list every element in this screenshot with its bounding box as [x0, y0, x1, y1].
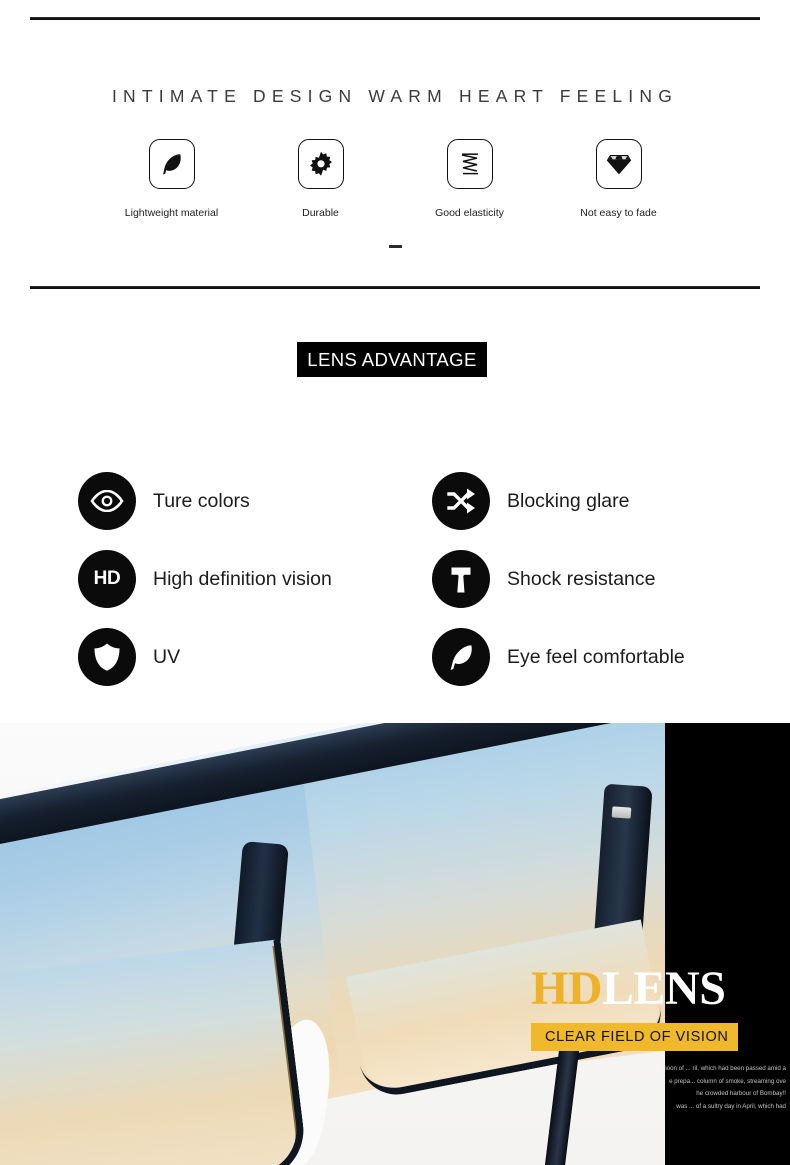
- advantage-label: Eye feel comfortable: [507, 645, 685, 668]
- brand-lockup: HDLENS CLEAR FIELD OF VISION: [531, 965, 763, 1051]
- advantage-item-blocking-glare: Blocking glare: [432, 462, 786, 540]
- advantage-item-true-colors: Ture colors: [78, 462, 432, 540]
- lens-bottom-frame-edge: [0, 939, 310, 1165]
- page-title: INTIMATE DESIGN WARM HEART FEELING: [111, 86, 679, 106]
- body-line: he crowded harbour of Bombay!!: [696, 1090, 786, 1098]
- advantage-label: Shock resistance: [507, 567, 656, 590]
- feature-strip: Lightweight material Durable Good elasti…: [0, 139, 790, 220]
- eye-icon: [78, 472, 136, 530]
- advantage-item-hd-vision: HD High definition vision: [78, 540, 432, 618]
- brand-title: HDLENS: [531, 965, 763, 1013]
- brand-body-copy: noon of ... ril, which had been passed a…: [531, 1063, 790, 1114]
- lens-advantage-banner: LENS ADVANTAGE: [297, 342, 487, 377]
- brand-tagline: CLEAR FIELD OF VISION: [531, 1023, 739, 1051]
- divider-bottom: [30, 286, 760, 289]
- feature-label: Durable: [302, 207, 339, 219]
- zigzag-spring-icon: [446, 139, 493, 189]
- body-line: noon of ... ril, which had been passed a…: [663, 1065, 786, 1072]
- frame-hinge-rivet: [611, 806, 632, 819]
- advantage-label: Ture colors: [153, 489, 250, 512]
- advantage-item-eye-comfort: Eye feel comfortable: [432, 618, 786, 696]
- hd-badge-text: HD: [93, 568, 121, 589]
- advantage-item-shock-resistance: Shock resistance: [432, 540, 786, 618]
- divider-top: [30, 17, 760, 20]
- advantage-label: High definition vision: [153, 567, 332, 590]
- feature-label: Not easy to fade: [580, 207, 657, 219]
- hd-badge-icon: HD: [78, 550, 136, 608]
- advantage-label: UV: [153, 645, 181, 668]
- product-detail-page: INTIMATE DESIGN WARM HEART FEELING Light…: [0, 0, 790, 1165]
- feature-item-durable: Durable: [268, 139, 373, 220]
- feature-label: Lightweight material: [124, 207, 219, 219]
- advantage-label: Blocking glare: [507, 489, 630, 512]
- advantage-item-uv: UV: [78, 618, 432, 696]
- hammer-icon: [432, 550, 490, 608]
- feature-item-fade: Not easy to fade: [566, 139, 671, 220]
- body-line: was ... of a sultry day in April, which …: [676, 1103, 786, 1111]
- feature-label: Good elasticity: [435, 207, 504, 219]
- shield-icon: [78, 628, 136, 686]
- diamond-icon: [595, 139, 642, 189]
- feather-icon: [148, 139, 195, 189]
- shuffle-icon: [432, 472, 490, 530]
- brand-lens-text: LENS: [602, 962, 726, 1015]
- lens-advantage-grid: Ture colors Blocking glare HD High defin…: [0, 462, 790, 696]
- gear-icon: [297, 139, 344, 189]
- feature-item-elasticity: Good elasticity: [417, 139, 522, 220]
- body-line: e prepa... column of smoke, streaming ov…: [669, 1077, 786, 1085]
- feather-icon: [432, 628, 490, 686]
- brand-hd-text: HD: [531, 962, 603, 1015]
- feature-item-lightweight: Lightweight material: [119, 139, 224, 220]
- decorative-dash: [389, 245, 402, 248]
